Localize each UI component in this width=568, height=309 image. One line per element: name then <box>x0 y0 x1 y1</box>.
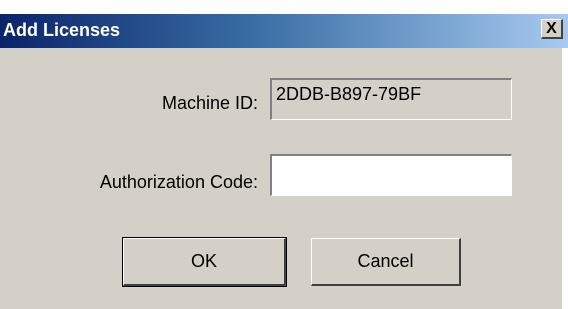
authorization-code-input[interactable] <box>270 154 512 196</box>
add-licenses-dialog: Add Licenses X Machine ID: 2DDB-B897-79B… <box>0 14 568 309</box>
background-strip-top <box>0 0 568 14</box>
ok-button[interactable]: OK <box>122 237 287 287</box>
close-button[interactable]: X <box>541 19 563 39</box>
machine-id-label: Machine ID: <box>161 93 258 113</box>
window-title: Add Licenses <box>3 20 121 40</box>
machine-id-field: 2DDB-B897-79BF <box>270 78 512 120</box>
close-icon: X <box>546 19 557 37</box>
cancel-button[interactable]: Cancel <box>311 238 461 286</box>
authorization-code-label: Authorization Code: <box>99 172 258 192</box>
background-strip-right <box>562 48 568 309</box>
title-bar[interactable]: Add Licenses X <box>0 14 568 48</box>
